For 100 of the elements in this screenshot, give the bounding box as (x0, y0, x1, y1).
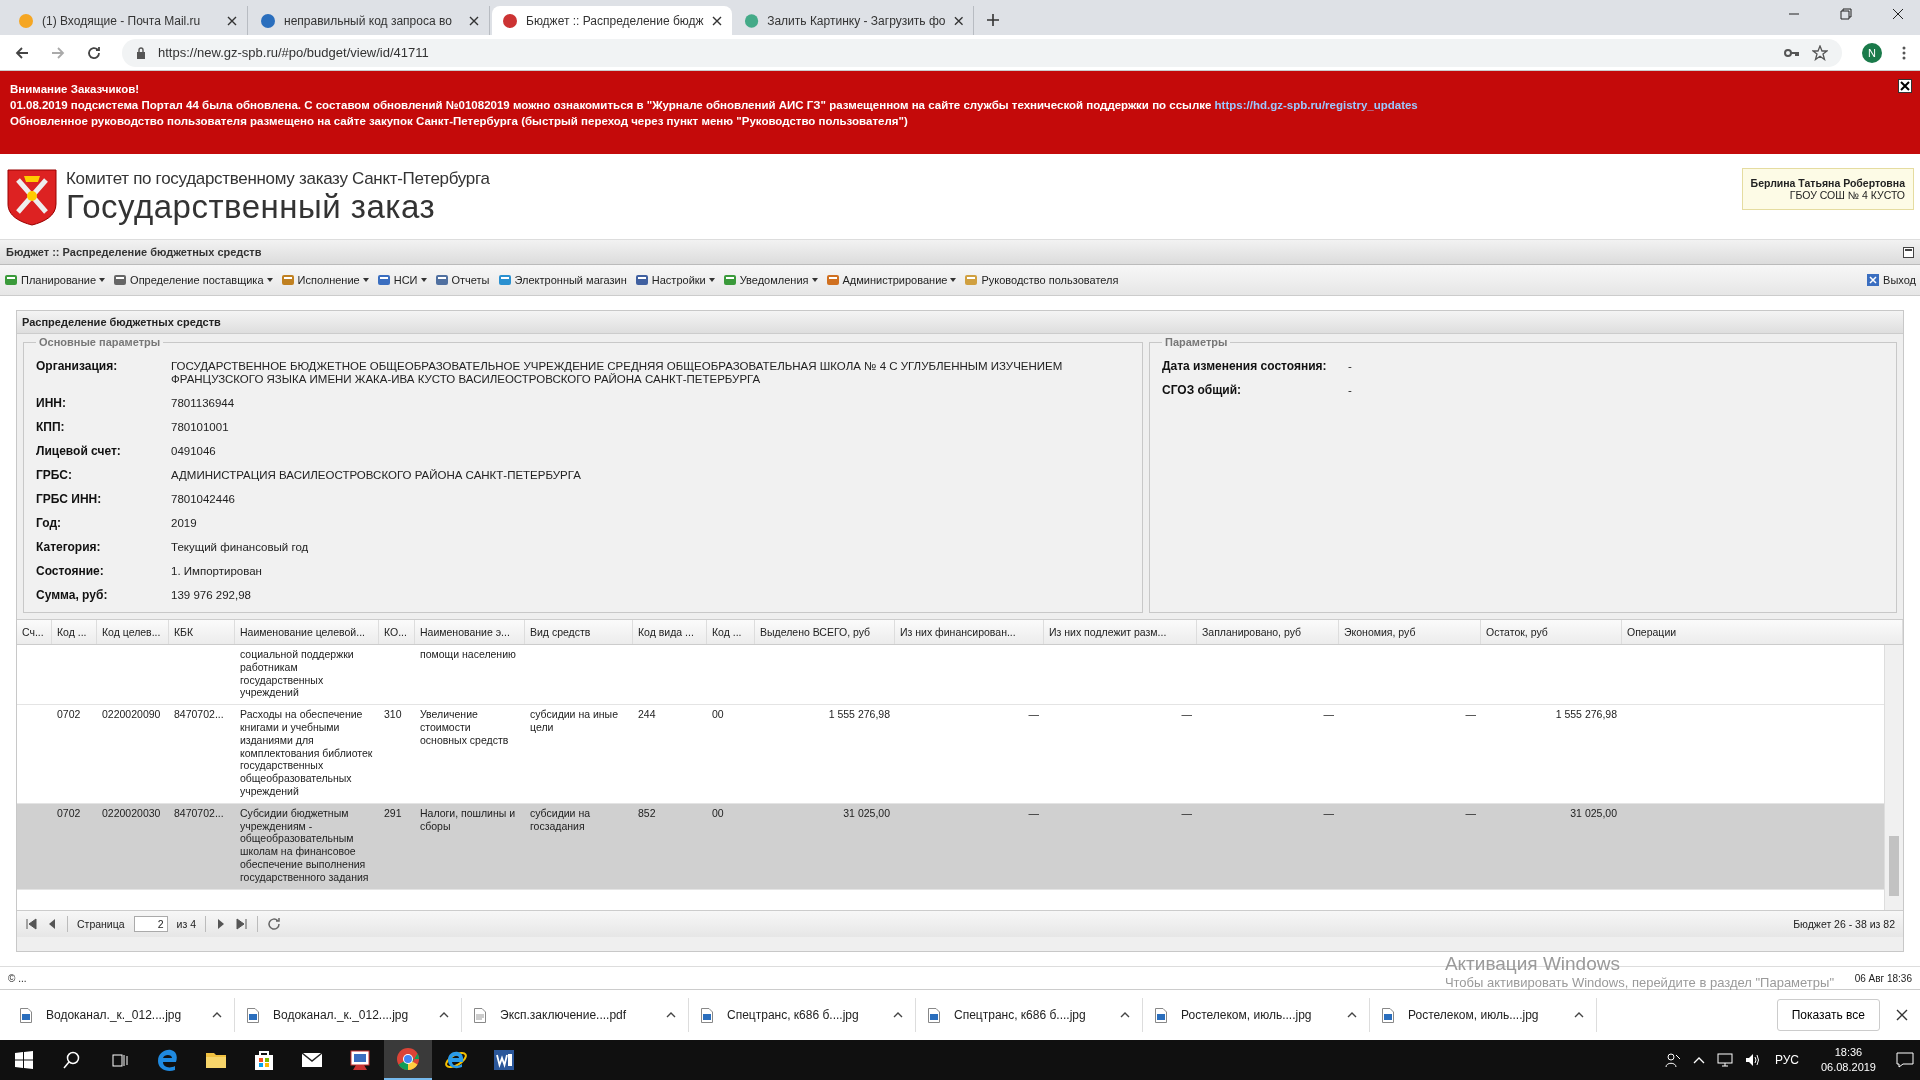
table-cell: 1 555 276,98 (828, 708, 890, 721)
download-item[interactable]: Ростелеком, июль....jpg (1370, 998, 1597, 1032)
browser-tab[interactable]: Бюджет :: Распределение бюдж (492, 6, 732, 35)
network-icon[interactable] (1716, 1053, 1733, 1067)
column-header[interactable]: КБК (169, 620, 235, 644)
search-icon[interactable] (63, 1051, 81, 1069)
browser-tab[interactable]: Залить Картинку - Загрузить фо (734, 6, 974, 35)
column-header[interactable]: КО... (379, 620, 415, 644)
column-header[interactable]: Экономия, руб (1339, 620, 1481, 644)
download-item[interactable]: Водоканал._к._012....jpg (235, 998, 462, 1032)
windows-start-icon[interactable] (15, 1051, 33, 1069)
exit-button[interactable]: Выход (1866, 273, 1916, 287)
table-row[interactable] (17, 803, 1884, 890)
address-field[interactable]: https://new.gz-spb.ru/#po/budget/view/id/41711 (122, 38, 1842, 67)
w-logo-icon (492, 1048, 516, 1072)
taskbar-app[interactable] (384, 1040, 432, 1080)
close-icon[interactable] (227, 15, 237, 26)
new-tab-icon[interactable] (986, 13, 1000, 27)
caret-icon (708, 278, 715, 282)
close-icon[interactable] (1896, 1009, 1908, 1021)
image-file-icon (928, 1007, 940, 1023)
chevron-up-icon[interactable] (212, 1012, 222, 1018)
column-header[interactable]: Выделено ВСЕГО, руб (755, 620, 895, 644)
page-count: из 4 (176, 918, 197, 930)
page-input[interactable]: 2 (133, 916, 168, 932)
menu-item[interactable]: Уведомления (722, 273, 818, 287)
close-icon[interactable] (1892, 8, 1904, 20)
field-label: КПП: (36, 421, 66, 434)
menu-item[interactable]: Настройки (634, 273, 715, 287)
back-icon[interactable] (14, 44, 30, 61)
first-page-icon[interactable] (25, 918, 37, 930)
chevron-up-icon[interactable] (439, 1012, 449, 1018)
close-icon[interactable] (712, 15, 722, 26)
table-cell: 31 025,00 (843, 806, 890, 819)
menu-item[interactable]: Исполнение (280, 273, 369, 287)
volume-icon[interactable] (1744, 1053, 1761, 1067)
refresh-icon[interactable] (267, 917, 282, 931)
more-icon[interactable] (1902, 45, 1906, 60)
menu-item[interactable]: Руководство пользователя (964, 273, 1119, 287)
field-label: Организация: (36, 360, 119, 375)
column-header[interactable]: Из них подлежит разм... (1044, 620, 1197, 644)
close-icon[interactable] (953, 15, 963, 26)
close-icon[interactable] (469, 15, 479, 26)
chevron-up-icon[interactable] (893, 1012, 903, 1018)
column-header[interactable]: Наименование э... (415, 620, 525, 644)
column-header[interactable]: Код вида ... (633, 620, 707, 644)
reload-icon[interactable] (86, 44, 102, 61)
chevron-up-icon[interactable] (1574, 1012, 1584, 1018)
key-icon[interactable] (1784, 47, 1800, 58)
column-header[interactable]: Из них финансирован... (895, 620, 1044, 644)
menu-item[interactable]: НСИ (376, 273, 427, 287)
column-header[interactable]: Запланировано, руб (1197, 620, 1339, 644)
column-header[interactable]: Операции (1622, 620, 1903, 644)
field-value: Текущий финансовый год (171, 541, 309, 554)
column-header[interactable]: Сч... (17, 620, 52, 644)
download-item[interactable]: Спецтранс, к686 б....jpg (916, 998, 1143, 1032)
user-name: Берлина Татьяна Робертовна (1750, 176, 1905, 189)
clock[interactable]: 18:36 06.08.2019 (1820, 1045, 1876, 1075)
page-summary: Бюджет 26 - 38 из 82 (1793, 918, 1895, 930)
field-value: 7801136944 (171, 397, 235, 410)
panel-title: Распределение бюджетных средств (17, 311, 1903, 334)
download-item[interactable]: Эксп.заключение....pdf (462, 998, 689, 1032)
column-header[interactable]: Остаток, руб (1481, 620, 1622, 644)
chevron-up-icon[interactable] (666, 1012, 676, 1018)
column-header[interactable]: Код ... (707, 620, 755, 644)
download-item[interactable]: Ростелеком, июль....jpg (1143, 998, 1370, 1032)
scrollbar[interactable] (1884, 645, 1903, 910)
menu-item[interactable]: Отчеты (434, 273, 490, 287)
column-header[interactable]: Наименование целевой... (235, 620, 379, 644)
notice-link[interactable]: https://hd.gz-spb.ru/registry_updates (1214, 99, 1418, 111)
table-cell: 310 (384, 708, 402, 721)
language-indicator[interactable]: РУС (1774, 1053, 1799, 1067)
menu-item[interactable]: Планирование (4, 273, 106, 287)
close-icon[interactable] (1898, 79, 1912, 93)
star-icon[interactable] (1812, 44, 1828, 61)
show-all-button[interactable]: Показать все (1776, 999, 1880, 1031)
app-icon (348, 1048, 372, 1072)
chevron-up-icon[interactable] (1347, 1012, 1357, 1018)
browser-tab[interactable]: (1) Входящие - Почта Mail.ru (8, 6, 248, 35)
menu-item[interactable]: Администрирование (825, 273, 957, 287)
menu-item[interactable]: Определение поставщика (113, 273, 273, 287)
maximize-icon[interactable] (1903, 246, 1914, 258)
column-header[interactable]: Вид средств (525, 620, 633, 644)
task-view-icon[interactable] (111, 1051, 129, 1069)
field-value: - (1348, 384, 1352, 397)
download-item[interactable]: Водоканал._к._012....jpg (8, 998, 235, 1032)
menu-item[interactable]: Электронный магазин (497, 273, 627, 287)
people-icon[interactable] (1664, 1052, 1681, 1068)
last-page-icon[interactable] (236, 918, 249, 930)
caret-icon (420, 278, 427, 282)
group-legend: Основные параметры (36, 336, 164, 348)
column-header[interactable]: Код ... (52, 620, 97, 644)
column-header[interactable]: Код целев... (97, 620, 169, 644)
chevron-up-icon[interactable] (1120, 1012, 1130, 1018)
browser-tab[interactable]: неправильный код запроса во (250, 6, 490, 35)
table-cell: 1 555 276,98 (1555, 708, 1617, 721)
notifications-icon[interactable] (1896, 1052, 1914, 1068)
restore-icon[interactable] (1840, 8, 1852, 20)
profile-avatar[interactable]: N (1862, 42, 1882, 63)
download-item[interactable]: Спецтранс, к686 б....jpg (689, 998, 916, 1032)
